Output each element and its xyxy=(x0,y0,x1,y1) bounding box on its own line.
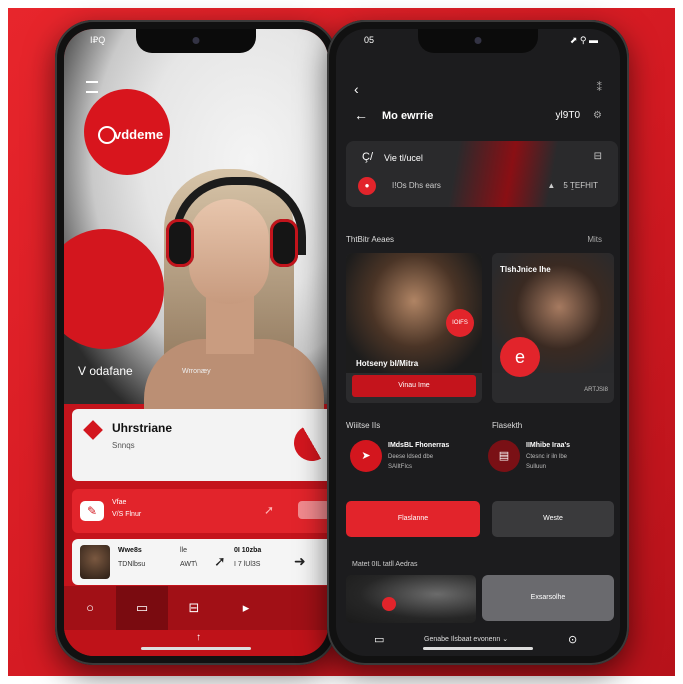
list-thumbnail xyxy=(80,545,110,579)
arrow-right-icon[interactable]: ➜ xyxy=(294,553,306,570)
list-col3-title: 0I 10zba xyxy=(234,547,262,554)
player-subtitle: I!Os Dhs ears xyxy=(392,181,441,190)
record-icon xyxy=(382,597,396,611)
header-count: yl9T0 xyxy=(555,110,580,121)
promo-line-1: Vfae xyxy=(112,499,127,506)
headphones-right-ear xyxy=(270,219,298,267)
headphones-left-ear xyxy=(166,219,194,267)
media-thumbnail[interactable] xyxy=(346,575,476,623)
player-title: Vie tl/ucel xyxy=(384,153,423,163)
home-indicator[interactable] xyxy=(423,647,533,650)
hero-caption: V odafane xyxy=(78,364,133,378)
menu-icon[interactable] xyxy=(86,81,98,93)
section-title: ThtBitr Aeaes xyxy=(346,235,395,244)
tab-play[interactable]: ▸ xyxy=(220,586,272,630)
featured-card[interactable]: Uhrstriane Snnqs xyxy=(72,409,328,481)
episode-meta: Sulluun xyxy=(526,464,547,470)
list-item[interactable]: Wwe8s TDNlbsu lle AWT\ ➚ 0I 10zba I 7 lU… xyxy=(72,539,328,585)
section-title: Flasekth xyxy=(492,421,523,430)
list-col2-title: lle xyxy=(180,547,188,554)
artist-tile[interactable]: TlshJnice Ihe e ARTJSI8 xyxy=(492,253,614,403)
promo-arrow-icon: ➚ xyxy=(264,503,275,517)
brand-logo-icon: e xyxy=(500,337,540,377)
left-phone: vddeme V odafane Wrronæy I₽Q Uhrstriane … xyxy=(55,20,337,665)
notch xyxy=(136,29,256,53)
hero-section: vddeme V odafane Wrronæy xyxy=(64,29,328,409)
hero-subcaption: Wrronæy xyxy=(182,368,211,375)
location-icon[interactable]: ⊙ xyxy=(568,633,577,646)
episode-desc: Ctesnc ir iln lbe xyxy=(526,454,568,460)
promo-line-2: V/S Flnur xyxy=(112,511,142,518)
document-icon[interactable]: ▤ xyxy=(488,440,520,472)
player-progress-text: ▲ ⠀5 ṮEFHIT xyxy=(547,181,598,190)
card-half-circle-icon xyxy=(287,418,328,468)
play-icon[interactable]: ➤ xyxy=(350,440,382,472)
tab-bar: ○ ▭ ⊟ ▸ xyxy=(64,586,328,630)
tab-chat[interactable]: ▭ xyxy=(116,586,168,630)
artist-tag: ARTJSI8 xyxy=(584,387,608,393)
promo-bar[interactable]: ✎ Vfae V/S Flnur ➚ xyxy=(72,489,328,533)
episode-item[interactable]: ▤ IIMhibe Iraa's Ctesnc ir iln lbe Sullu… xyxy=(484,434,620,488)
right-phone: 05 ⬈ ⚲ ▬ ‹ ⁑ ← Mo ewrrie yl9T0 ⚙ Ç/ Vie … xyxy=(327,20,629,665)
play-button[interactable]: ● xyxy=(358,177,376,195)
list-col1-sub: TDNlbsu xyxy=(118,561,146,568)
tab-home[interactable]: ○ xyxy=(64,586,116,630)
settings-icon[interactable]: ⚙ xyxy=(593,110,602,121)
episode-meta: SAIltFIcs xyxy=(388,464,413,470)
artist-tile[interactable]: IOIFS Hotseny bI/Mitra Vinau Ime xyxy=(346,253,482,403)
tab-library[interactable]: ⊟ xyxy=(168,586,220,630)
home-indicator[interactable] xyxy=(141,647,251,650)
page-header: ← Mo ewrrie yl9T0 ⚙ xyxy=(336,107,620,135)
camera-icon xyxy=(474,37,482,44)
episode-desc: Deese ldsed dbe xyxy=(388,454,434,460)
artist-name: Hotseny bI/Mitra xyxy=(356,359,419,368)
bottom-bar-label[interactable]: Genabe Ilsbaat evonenn ⌄ xyxy=(424,635,508,643)
artist-badge: IOIFS xyxy=(446,309,474,337)
player-mic-icon: Ç/ xyxy=(362,151,373,163)
left-phone-screen: vddeme V odafane Wrronæy I₽Q Uhrstriane … xyxy=(64,29,328,656)
back-chevron-icon[interactable]: ‹ xyxy=(354,81,359,97)
section-title: Matet 0IL tatll Aedras xyxy=(352,561,418,568)
more-icon[interactable]: ⁑ xyxy=(597,81,603,94)
primary-button[interactable]: Flaslanne xyxy=(346,501,480,537)
right-phone-screen: 05 ⬈ ⚲ ▬ ‹ ⁑ ← Mo ewrrie yl9T0 ⚙ Ç/ Vie … xyxy=(336,29,620,656)
chat-bubble-icon: ✎ xyxy=(80,501,104,521)
card-subtitle: Snnqs xyxy=(112,441,135,450)
episode-title: IMdsBL Fhonerras xyxy=(388,442,450,449)
list-col3-sub: I 7 lUl3S xyxy=(234,561,261,568)
player-menu-icon[interactable]: ⊟ xyxy=(594,151,602,162)
swipe-up-icon[interactable]: ↑ xyxy=(196,632,201,643)
explore-button[interactable]: Exsarsolhe xyxy=(482,575,614,621)
artist-name: TlshJnice Ihe xyxy=(500,265,551,274)
notch xyxy=(418,29,538,53)
artist-action-button[interactable]: Vinau Ime xyxy=(352,375,476,397)
brand-name: vddeme xyxy=(114,127,164,142)
secondary-button[interactable]: Weste xyxy=(492,501,614,537)
card-diamond-icon xyxy=(83,420,103,440)
section-link[interactable]: Mits xyxy=(587,235,602,244)
camera-icon xyxy=(192,37,200,44)
now-playing-card[interactable]: Ç/ Vie tl/ucel ⊟ ● I!Os Dhs ears ▲ ⠀5 ṮE… xyxy=(346,141,618,207)
section-title: Wiiitse IIs xyxy=(346,421,381,430)
arrow-up-right-icon[interactable]: ➚ xyxy=(214,553,226,570)
page-title: Mo ewrrie xyxy=(382,110,434,122)
list-col1-title: Wwe8s xyxy=(118,547,142,554)
bottom-area: ↑ xyxy=(64,630,328,656)
episode-title: IIMhibe Iraa's xyxy=(526,442,571,449)
screen-icon[interactable]: ▭ xyxy=(374,633,384,646)
status-time: 05 xyxy=(364,35,375,45)
promo-badge[interactable] xyxy=(298,501,328,519)
episode-item[interactable]: ➤ IMdsBL Fhonerras Deese ldsed dbe SAIlt… xyxy=(346,434,482,488)
list-col2-sub: AWT\ xyxy=(180,561,198,568)
back-arrow-icon[interactable]: ← xyxy=(354,107,368,123)
bottom-bar: ▭ Genabe Ilsbaat evonenn ⌄ ⊙ xyxy=(336,629,620,655)
status-icons: ⬈ ⚲ ▬ xyxy=(569,35,598,45)
card-title: Uhrstriane xyxy=(112,421,173,435)
status-time: I₽Q xyxy=(90,35,106,45)
hero-image-woman-headphones xyxy=(144,159,324,409)
